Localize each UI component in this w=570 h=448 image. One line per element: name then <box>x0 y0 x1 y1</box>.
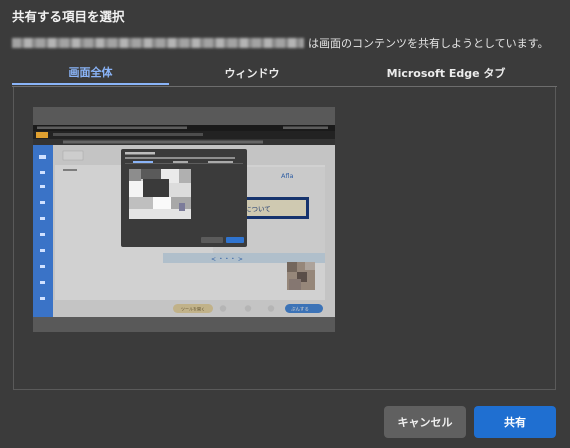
tab-window[interactable]: ウィンドウ <box>169 60 335 85</box>
blurred-origin-text <box>12 38 304 48</box>
source-tabs: 画面全体 ウィンドウ Microsoft Edge タブ <box>12 60 557 87</box>
screen-thumbnail[interactable]: Afla について < ・・・ > ツールを開く ぷんする <box>33 107 335 332</box>
subtitle-text: は画面のコンテンツを共有しようとしています。 <box>308 37 549 50</box>
share-button[interactable]: 共有 <box>474 406 556 438</box>
tab-entire-screen[interactable]: 画面全体 <box>12 60 169 85</box>
dialog-subtitle: は画面のコンテンツを共有しようとしています。 <box>12 35 562 51</box>
tab-edge-tab[interactable]: Microsoft Edge タブ <box>335 60 557 85</box>
screen-preview-image: Afla について < ・・・ > ツールを開く ぷんする <box>33 125 335 317</box>
cancel-button[interactable]: キャンセル <box>384 406 466 438</box>
dialog-title: 共有する項目を選択 <box>12 9 125 24</box>
